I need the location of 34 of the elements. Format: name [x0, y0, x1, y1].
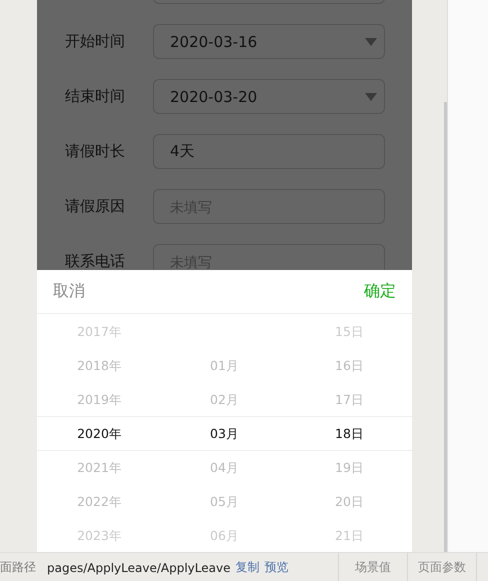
date-select[interactable]: 2020-03-20 [153, 79, 385, 114]
field-label: 结束时间 [64, 87, 126, 106]
picker-option[interactable]: 04月 [210, 451, 239, 485]
picker-option[interactable]: 16日 [335, 349, 364, 383]
picker-option[interactable]: 2021年 [77, 451, 122, 485]
picker-option[interactable]: 2022年 [77, 485, 122, 519]
picker-option[interactable]: 2019年 [77, 383, 122, 417]
cancel-button[interactable]: 取消 [51, 279, 87, 304]
status-link[interactable]: 复制 [235, 559, 260, 576]
picker-option[interactable]: 05月 [210, 485, 239, 519]
picker-option[interactable]: 02月 [210, 383, 239, 417]
status-link[interactable]: 预览 [264, 559, 288, 576]
picker-option[interactable]: 19日 [335, 451, 364, 485]
input-field[interactable]: 4天 [153, 134, 385, 169]
path-label: 面路径 [0, 559, 36, 576]
caret-icon [365, 92, 377, 100]
picker-option[interactable]: 2018年 [77, 349, 122, 383]
picker-option[interactable]: 20日 [335, 485, 364, 519]
picker-option[interactable]: 18日 [335, 417, 364, 451]
picker-option[interactable]: 01月 [210, 349, 239, 383]
picker-option[interactable]: 03月 [210, 417, 239, 451]
picker-option[interactable]: 17日 [335, 383, 364, 417]
caret-icon [365, 38, 377, 46]
page-path: pages/ApplyLeave/ApplyLeave [47, 560, 230, 574]
status-tab[interactable]: 场景值 [338, 553, 407, 581]
status-tab[interactable]: 页面参数 [407, 553, 476, 581]
field-label: 请假时长 [64, 142, 126, 161]
date-select[interactable]: 2020-03-16 [153, 24, 385, 59]
field-label: 联系电话 [64, 252, 126, 270]
picker-option[interactable]: 2020年 [77, 417, 122, 451]
scrollbar[interactable] [444, 102, 447, 552]
field-label: 开始时间 [64, 32, 126, 51]
field-label: 请假原因 [64, 197, 126, 216]
confirm-button[interactable]: 确定 [362, 279, 398, 304]
